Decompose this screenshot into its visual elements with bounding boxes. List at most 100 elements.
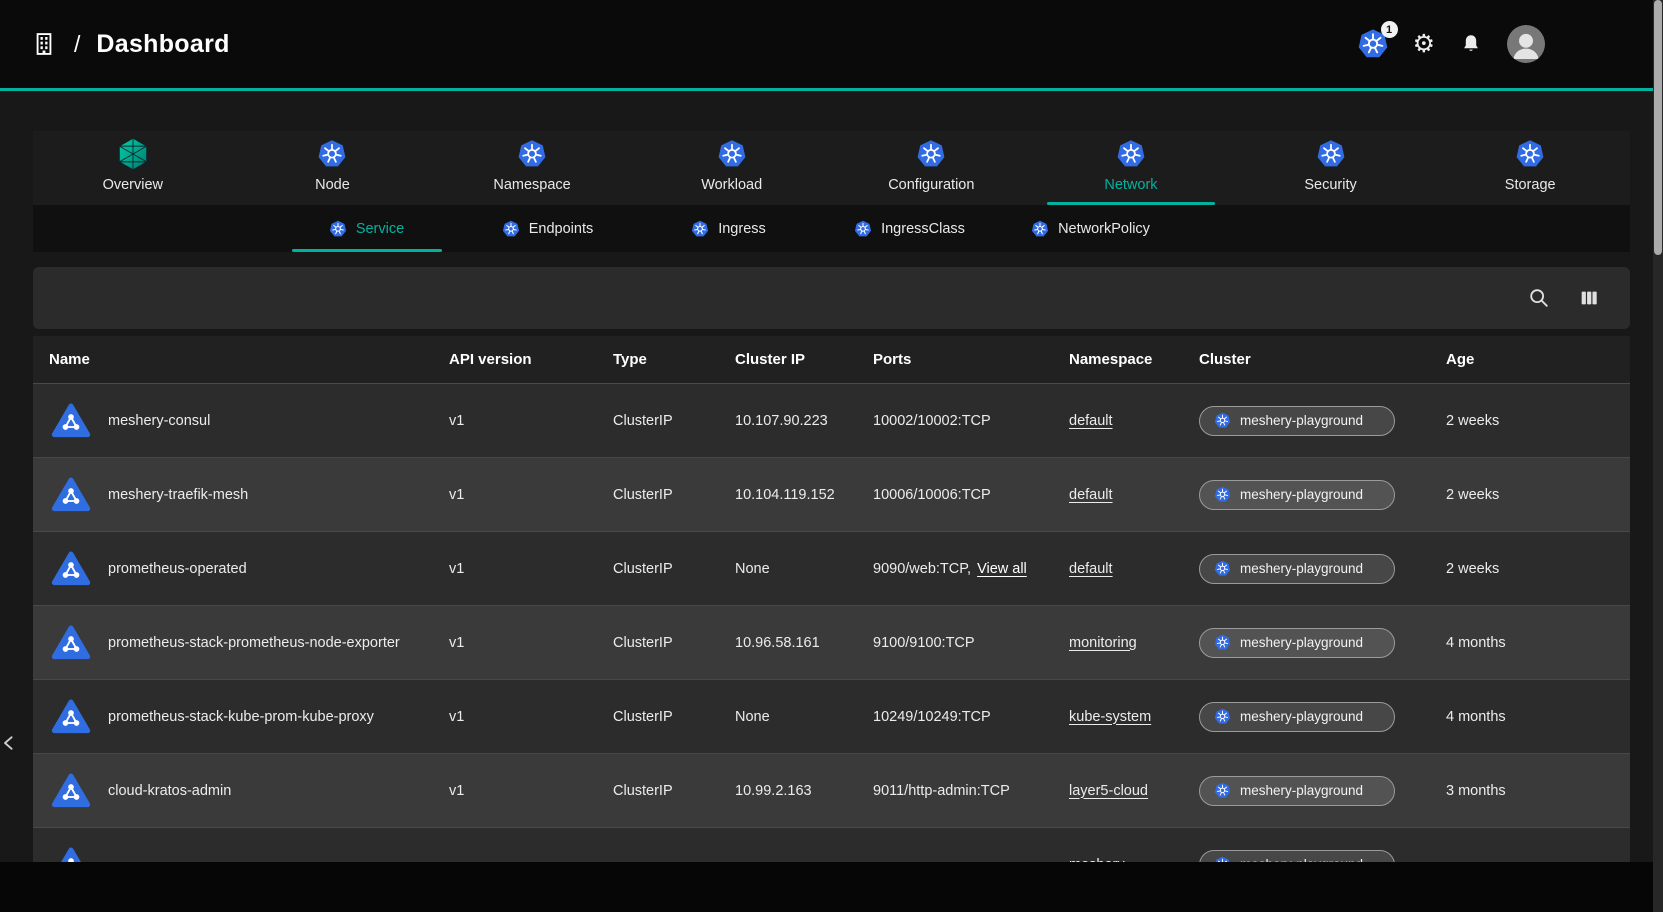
column-header-type[interactable]: Type [597,351,719,368]
cluster-ip: 10.107.90.223 [719,413,857,429]
ports-cell: 9100/9100:TCP [857,635,1053,651]
tab-overview[interactable]: Overview [33,131,233,205]
chevron-left-icon [0,731,20,755]
cluster-chip[interactable]: meshery-playground [1199,406,1395,436]
service-name-cell: prometheus-stack-kube-prom-kube-proxy [33,697,433,737]
subtab-ingress[interactable]: Ingress [638,205,819,252]
namespace-link[interactable]: default [1069,487,1113,503]
ports-cell: 9090/web:TCP, View all [857,561,1053,577]
header-accent-line [0,88,1663,91]
namespace-link[interactable]: layer5-cloud [1069,783,1148,799]
cluster-ip: None [719,709,857,725]
cluster-cell: meshery-playground [1183,480,1430,510]
view-all-link[interactable]: View all [977,561,1027,577]
ports-cell: 10249/10249:TCP [857,709,1053,725]
subtab-endpoints[interactable]: Endpoints [457,205,638,252]
cluster-chip[interactable]: meshery-playground [1199,480,1395,510]
table-row[interactable]: cloud-kratos-admin v1 ClusterIP 10.99.2.… [33,754,1630,828]
cluster-chip[interactable]: meshery-playground [1199,628,1395,658]
avatar[interactable] [1507,25,1545,63]
cluster-chip[interactable]: meshery-playground [1199,702,1395,732]
namespace-link[interactable]: default [1069,413,1113,429]
column-header-namespace[interactable]: Namespace [1053,351,1183,368]
service-name-cell: meshery-consul [33,401,433,441]
page-title: Dashboard [96,30,229,59]
tab-label: Node [315,177,350,193]
namespace-link[interactable]: monitoring [1069,635,1137,651]
network-subtabs: Service Endpoints Ingress IngressClass N… [33,205,1630,252]
subtab-ingressclass[interactable]: IngressClass [819,205,1000,252]
person-icon [1507,25,1545,63]
collapse-drawer-button[interactable] [0,728,26,758]
tab-security[interactable]: Security [1231,131,1431,205]
settings-icon[interactable]: ⚙ [1413,32,1435,57]
api-version: v1 [433,561,597,577]
kubernetes-icon [717,139,747,169]
table-header-row: Name API version Type Cluster IP Ports N… [33,336,1630,384]
scrollbar-thumb[interactable] [1654,0,1662,255]
tab-network[interactable]: Network [1031,131,1231,205]
column-header-cluster-ip[interactable]: Cluster IP [719,351,857,368]
cluster-name: meshery-playground [1240,783,1363,798]
tab-label: Namespace [493,177,570,193]
service-icon [49,475,93,515]
service-icon [49,401,93,441]
cluster-cell: meshery-playground [1183,554,1430,584]
cluster-cell: meshery-playground [1183,702,1430,732]
table-row[interactable]: prometheus-stack-prometheus-node-exporte… [33,606,1630,680]
age: 3 months [1430,783,1630,799]
tab-namespace[interactable]: Namespace [432,131,632,205]
cluster-chip[interactable]: meshery-playground [1199,554,1395,584]
table-body: meshery-consul v1 ClusterIP 10.107.90.22… [33,384,1630,902]
namespace-link[interactable]: kube-system [1069,709,1151,725]
service-type: ClusterIP [597,635,719,651]
notifications-icon[interactable] [1459,32,1483,56]
table-row[interactable]: prometheus-operated v1 ClusterIP None 90… [33,532,1630,606]
subtab-label: Endpoints [529,221,594,237]
table-row[interactable]: meshery-consul v1 ClusterIP 10.107.90.22… [33,384,1630,458]
table-row[interactable]: prometheus-stack-kube-prom-kube-proxy v1… [33,680,1630,754]
cluster-ip: 10.104.119.152 [719,487,857,503]
kubernetes-icon [1214,560,1231,577]
service-icon [49,697,93,737]
ports: 9090/web:TCP, [873,561,971,577]
namespace-link[interactable]: default [1069,561,1113,577]
cluster-chip[interactable]: meshery-playground [1199,776,1395,806]
tab-label: Workload [701,177,762,193]
search-icon[interactable] [1528,287,1550,309]
cluster-ip: 10.99.2.163 [719,783,857,799]
table-row[interactable]: meshery-traefik-mesh v1 ClusterIP 10.104… [33,458,1630,532]
service-icon [49,623,93,663]
tab-label: Storage [1505,177,1556,193]
age: 4 months [1430,635,1630,651]
api-version: v1 [433,487,597,503]
kubernetes-icon [1214,708,1231,725]
breadcrumb-separator: / [74,31,80,58]
tab-storage[interactable]: Storage [1430,131,1630,205]
ports: 10006/10006:TCP [873,487,991,503]
scrollbar[interactable] [1653,0,1663,912]
subtab-networkpolicy[interactable]: NetworkPolicy [1000,205,1181,252]
view-columns-icon[interactable] [1578,287,1600,309]
column-header-cluster[interactable]: Cluster [1183,351,1430,368]
api-version: v1 [433,413,597,429]
service-type: ClusterIP [597,783,719,799]
ports: 10002/10002:TCP [873,413,991,429]
cluster-name: meshery-playground [1240,635,1363,650]
tab-configuration[interactable]: Configuration [832,131,1032,205]
column-header-age[interactable]: Age [1430,351,1630,368]
subtab-service[interactable]: Service [276,205,457,252]
kubernetes-icon [1214,782,1231,799]
tab-node[interactable]: Node [233,131,433,205]
appbar-actions: 1 ⚙ [1357,25,1545,63]
cluster-switcher-button[interactable]: 1 [1357,28,1389,60]
column-header-api-version[interactable]: API version [433,351,597,368]
building-icon[interactable] [30,30,58,58]
service-type: ClusterIP [597,709,719,725]
cluster-count-badge: 1 [1381,21,1398,38]
column-header-ports[interactable]: Ports [857,351,1053,368]
subtab-label: NetworkPolicy [1058,221,1150,237]
tab-workload[interactable]: Workload [632,131,832,205]
service-name: meshery-traefik-mesh [108,487,248,503]
column-header-name[interactable]: Name [33,351,433,368]
